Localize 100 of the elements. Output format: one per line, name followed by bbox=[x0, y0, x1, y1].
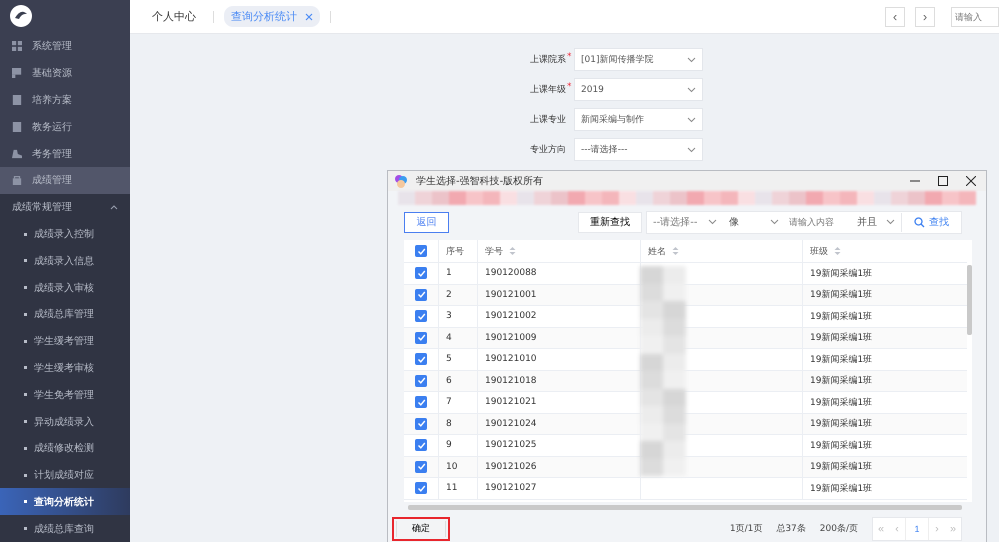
chevron-icon bbox=[687, 56, 696, 62]
table-cell-text: 19新闻采编1班 bbox=[810, 460, 872, 474]
next-button[interactable]: › bbox=[915, 6, 935, 26]
select-field[interactable]: ---请选择--- bbox=[574, 138, 703, 161]
bullet-icon bbox=[24, 286, 27, 290]
close-icon[interactable] bbox=[966, 176, 976, 186]
table-cell: 190121010 bbox=[485, 354, 537, 364]
chevron-icon bbox=[687, 86, 696, 92]
row-checkbox[interactable] bbox=[415, 460, 427, 473]
row-checkbox[interactable] bbox=[415, 439, 427, 452]
select-all-checkbox[interactable] bbox=[415, 245, 427, 257]
bullet-icon bbox=[24, 420, 27, 424]
bullet-icon bbox=[24, 259, 27, 262]
table-cell: 1 bbox=[446, 268, 452, 278]
bullet-icon bbox=[24, 232, 27, 236]
table-cell-text: 19新闻采编1班 bbox=[810, 418, 872, 430]
confirm-button[interactable]: 确定 bbox=[396, 520, 446, 536]
submenu-item[interactable]: 成绩录入信息 bbox=[0, 247, 130, 274]
submenu-item[interactable]: 成绩修改检测 bbox=[0, 434, 130, 462]
row-checkbox[interactable] bbox=[415, 418, 427, 430]
total-count: 总37条 bbox=[776, 522, 806, 535]
select-field[interactable]: 新闻采编与制作 bbox=[574, 108, 703, 131]
page-count: 1页/1页 bbox=[730, 523, 762, 535]
bullet-icon bbox=[24, 393, 27, 396]
back-button[interactable]: 返回 bbox=[404, 212, 449, 232]
table-cell: 190121025 bbox=[485, 440, 537, 450]
dialog-title: 学生选择-强智科技-版权所有 bbox=[416, 174, 544, 188]
submenu-item[interactable]: 成绩录入控制 bbox=[0, 220, 130, 248]
table-cell: 190121024 bbox=[485, 418, 537, 429]
table-cell-text: 19新闻采编1班 bbox=[810, 332, 872, 344]
row-checkbox[interactable] bbox=[415, 267, 427, 280]
column-header[interactable]: 学号 bbox=[485, 244, 503, 258]
table-cell-text: 19新闻采编1班 bbox=[810, 396, 872, 409]
menu-group[interactable]: 成绩常规管理 bbox=[0, 194, 130, 221]
table-cell-text: 19新闻采编1班 bbox=[810, 354, 872, 366]
chevron-icon bbox=[770, 219, 779, 225]
page-button[interactable]: 1 bbox=[905, 518, 929, 540]
lock-icon bbox=[12, 175, 22, 186]
page-size: 200条/页 bbox=[820, 522, 858, 535]
operator-select[interactable]: 像 bbox=[723, 215, 785, 229]
table-cell: 190121027 bbox=[485, 483, 537, 494]
required-mark: * bbox=[567, 52, 572, 62]
table-cell: 2 bbox=[446, 290, 452, 300]
submenu-item[interactable]: 成绩录入审核 bbox=[0, 274, 130, 301]
submenu-item[interactable]: 成绩总库管理 bbox=[0, 301, 130, 328]
field-label: 专业方向 bbox=[529, 144, 566, 156]
column-header[interactable]: 姓名 bbox=[648, 244, 666, 258]
select-field[interactable]: 2019 bbox=[574, 78, 703, 101]
row-checkbox[interactable] bbox=[415, 482, 427, 494]
table-cell-text: 19新闻采编1班 bbox=[810, 288, 872, 302]
submenu-item[interactable]: 查询分析统计 bbox=[0, 488, 130, 516]
row-checkbox[interactable] bbox=[415, 353, 427, 366]
table-cell: 190121021 bbox=[485, 397, 537, 408]
select-field[interactable]: [01]新闻传播学院 bbox=[574, 48, 703, 71]
grid-icon bbox=[12, 41, 22, 52]
table-cell-text: 19新闻采编1班 bbox=[810, 268, 872, 280]
maximize-icon[interactable] bbox=[938, 176, 948, 186]
menu-item[interactable]: 成绩管理 bbox=[0, 166, 130, 194]
submenu-item[interactable]: 计划成绩对应 bbox=[0, 462, 130, 488]
page-tab[interactable]: 个人中心 bbox=[145, 6, 203, 27]
scrollbar[interactable] bbox=[967, 265, 972, 335]
row-checkbox[interactable] bbox=[415, 288, 427, 301]
row-checkbox[interactable] bbox=[415, 310, 427, 322]
table-cell: 3 bbox=[446, 311, 452, 322]
column-header[interactable]: 班级 bbox=[810, 244, 828, 258]
book-icon bbox=[12, 94, 22, 105]
field-select[interactable]: --请选择-- bbox=[647, 215, 723, 229]
chevron-icon bbox=[687, 116, 696, 122]
field-label: 上课院系 bbox=[529, 54, 566, 66]
table-cell: 190120088 bbox=[485, 268, 537, 278]
submenu-item[interactable]: 成绩总库查询 bbox=[0, 515, 130, 542]
shoe-icon bbox=[12, 148, 22, 158]
app-icon bbox=[394, 174, 408, 188]
logo-icon bbox=[9, 4, 33, 28]
row-checkbox[interactable] bbox=[415, 332, 427, 344]
submenu-item[interactable]: 异动成绩录入 bbox=[0, 408, 130, 435]
required-mark: * bbox=[567, 82, 572, 92]
row-checkbox[interactable] bbox=[415, 396, 427, 408]
submenu-item[interactable]: 学生缓考审核 bbox=[0, 354, 130, 382]
logic-select[interactable]: 并且 bbox=[851, 215, 901, 229]
card-icon bbox=[12, 68, 22, 78]
submenu-item[interactable]: 学生缓考管理 bbox=[0, 328, 130, 355]
table-cell: 4 bbox=[446, 332, 452, 343]
menu-search-field[interactable]: 请输入 bbox=[951, 6, 999, 26]
submenu-item[interactable]: 学生免考管理 bbox=[0, 381, 130, 408]
bullet-icon bbox=[24, 340, 27, 343]
table-cell: 190121026 bbox=[485, 462, 537, 472]
bullet-icon bbox=[24, 500, 27, 504]
table-cell: 7 bbox=[446, 397, 452, 408]
reset-button[interactable]: 重新查找 bbox=[578, 212, 642, 232]
previous-button[interactable]: ‹ bbox=[885, 6, 905, 26]
table-cell-text: 19新闻采编1班 bbox=[810, 374, 872, 388]
chevron-icon bbox=[110, 204, 118, 210]
table-cell: 11 bbox=[446, 483, 458, 494]
bullet-icon bbox=[24, 527, 27, 530]
column-header[interactable]: 序号 bbox=[446, 244, 464, 258]
field-label: 上课年级 bbox=[529, 84, 566, 96]
table-cell: 8 bbox=[446, 418, 452, 429]
scrollbar[interactable] bbox=[408, 505, 962, 510]
row-checkbox[interactable] bbox=[415, 374, 427, 387]
